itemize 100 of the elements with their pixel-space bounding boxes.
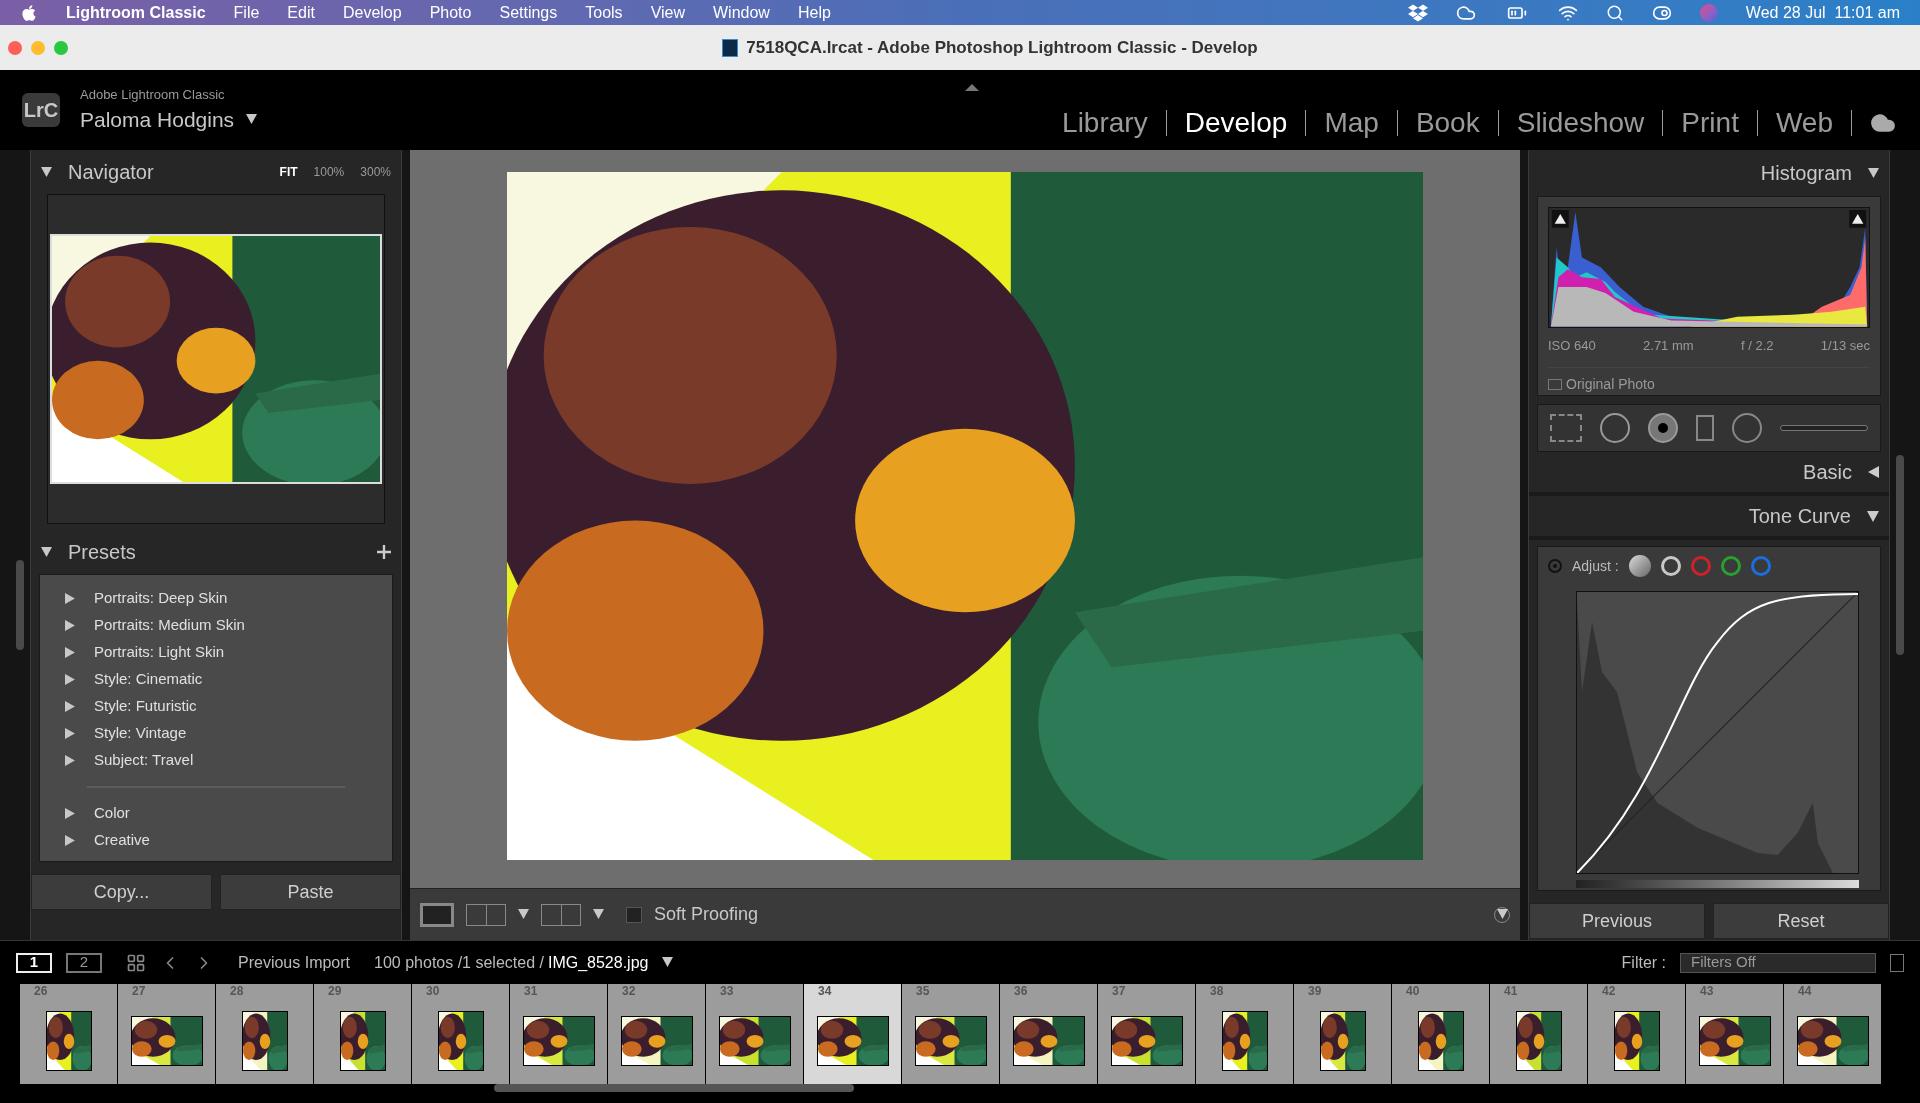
filmstrip-thumbnail[interactable]: 32 xyxy=(608,984,705,1084)
menu-item[interactable]: Settings xyxy=(499,0,558,25)
expand-icon[interactable] xyxy=(65,647,76,658)
original-photo-checkbox[interactable] xyxy=(1548,379,1562,390)
menu-item[interactable]: View xyxy=(650,0,685,25)
module-tab[interactable]: Map xyxy=(1306,102,1397,144)
panel-button[interactable]: Paste xyxy=(220,874,401,910)
app-menu[interactable]: Lightroom Classic xyxy=(66,0,206,25)
dropbox-icon[interactable] xyxy=(1407,2,1428,23)
spot-removal-icon[interactable] xyxy=(1600,413,1630,443)
collapse-icon[interactable] xyxy=(41,166,52,178)
panel-button[interactable]: Previous xyxy=(1529,903,1705,939)
filmstrip-thumbnail[interactable]: 34 xyxy=(804,984,901,1084)
expand-icon[interactable] xyxy=(65,620,76,631)
crop-tool-icon[interactable] xyxy=(1550,414,1582,442)
menu-item[interactable]: Edit xyxy=(287,0,315,25)
caret-icon[interactable] xyxy=(246,114,258,126)
preset-group[interactable]: Subject: Travel xyxy=(94,749,194,772)
panel-button[interactable]: Reset xyxy=(1713,903,1889,939)
add-icon[interactable] xyxy=(377,545,391,559)
preset-group[interactable]: Portraits: Deep Skin xyxy=(94,587,228,610)
module-tab[interactable]: Develop xyxy=(1166,102,1306,144)
photo-number: 35 xyxy=(915,984,931,998)
zoom-option[interactable]: 100% xyxy=(313,163,345,181)
source-label[interactable]: Previous Import xyxy=(238,950,351,975)
expand-icon[interactable] xyxy=(65,835,76,846)
collapse-icon[interactable] xyxy=(1868,167,1879,179)
soft-proofing-checkbox[interactable] xyxy=(626,906,642,923)
expand-icon[interactable] xyxy=(65,701,76,712)
channel-button[interactable] xyxy=(1720,556,1741,576)
collapse-icon[interactable] xyxy=(41,546,52,558)
menu-bar-clock[interactable]: Wed 28 Jul 11:01 am xyxy=(1745,0,1900,25)
filmstrip-thumbnail[interactable]: 36 xyxy=(1000,984,1097,1084)
preset-group[interactable]: Color xyxy=(94,802,130,825)
zoom-option[interactable]: FIT xyxy=(279,163,298,181)
graduated-filter-icon[interactable] xyxy=(1696,415,1714,441)
channel-button[interactable] xyxy=(1660,556,1681,576)
eye-tool-icon[interactable] xyxy=(1648,413,1678,443)
module-tab[interactable]: Library xyxy=(1044,102,1166,144)
module-tab[interactable]: Book xyxy=(1397,102,1498,144)
filmstrip-thumbnail[interactable]: 33 xyxy=(706,984,803,1084)
expand-icon[interactable] xyxy=(65,808,76,819)
close-button[interactable] xyxy=(8,40,22,55)
module-tab[interactable]: Slideshow xyxy=(1498,102,1663,144)
zoom-option[interactable]: 300% xyxy=(360,163,391,181)
panel-title[interactable]: Navigator xyxy=(68,157,154,187)
module-tab[interactable]: Web xyxy=(1757,102,1851,144)
filter-dropdown[interactable]: Filters Off xyxy=(1680,952,1876,973)
grid-icon[interactable] xyxy=(126,952,146,973)
panel-title[interactable]: Presets xyxy=(68,537,136,567)
menu-item[interactable]: Help xyxy=(797,0,831,25)
original-photo-label[interactable]: Original Photo xyxy=(1566,374,1655,395)
file-name[interactable]: IMG_8528.jpg xyxy=(547,950,649,975)
caret-icon[interactable] xyxy=(662,957,674,968)
radial-filter-icon[interactable] xyxy=(1732,413,1762,443)
caret-icon[interactable] xyxy=(518,909,529,920)
filter-lock-icon[interactable] xyxy=(1890,953,1904,972)
expand-icon[interactable] xyxy=(65,674,76,685)
filmstrip-thumbnail[interactable]: 39 xyxy=(1294,984,1391,1084)
filmstrip-thumbnail[interactable]: 30 xyxy=(412,984,509,1084)
expand-icon[interactable] xyxy=(65,593,76,604)
preset-group[interactable]: Portraits: Medium Skin xyxy=(94,614,245,637)
expand-icon[interactable] xyxy=(65,755,76,766)
caret-icon[interactable] xyxy=(593,909,604,920)
preset-group[interactable]: Style: Vintage xyxy=(94,722,187,745)
module-tab[interactable]: Print xyxy=(1663,102,1757,144)
before-after-icon[interactable] xyxy=(466,903,506,926)
panel-title[interactable]: Basic xyxy=(1803,457,1852,487)
filmstrip-thumbnail[interactable]: 29 xyxy=(314,984,411,1084)
menu-item[interactable]: Photo xyxy=(429,0,472,25)
loupe-view-icon[interactable] xyxy=(420,902,454,927)
panel-title[interactable]: Histogram xyxy=(1760,158,1852,188)
disclosure-icon[interactable] xyxy=(1868,466,1879,478)
filmstrip-scrollbar[interactable] xyxy=(494,1084,854,1092)
window-page-button[interactable]: 2 xyxy=(66,952,102,973)
menu-item[interactable]: Window xyxy=(713,0,770,25)
window-page-button[interactable]: 1 xyxy=(16,952,52,973)
preset-group[interactable]: Style: Futuristic xyxy=(94,695,197,718)
soft-proofing-label[interactable]: Soft Proofing xyxy=(654,901,759,928)
menu-item[interactable]: File xyxy=(233,0,260,25)
menu-item[interactable]: Tools xyxy=(585,0,623,25)
menu-item[interactable]: Develop xyxy=(342,0,402,25)
preset-group[interactable]: Creative xyxy=(94,829,150,852)
clipping-warning-icon[interactable] xyxy=(1551,210,1569,228)
panel-title[interactable]: Tone Curve xyxy=(1748,501,1851,531)
photo-number: 30 xyxy=(425,984,441,998)
before-after-icon[interactable] xyxy=(541,903,581,926)
panel-button[interactable]: Copy... xyxy=(31,874,212,910)
panel-toggle-icon[interactable] xyxy=(965,84,979,91)
user-name: Paloma Hodgins xyxy=(80,107,235,133)
panel-scrollbar[interactable] xyxy=(1896,455,1904,655)
panel-scrollbar[interactable] xyxy=(16,560,24,650)
preset-group[interactable]: Portraits: Light Skin xyxy=(94,641,225,664)
preset-group[interactable]: Style: Cinematic xyxy=(94,668,203,691)
parametric-curve-icon[interactable] xyxy=(1628,555,1651,577)
disclosure-icon[interactable] xyxy=(1867,510,1879,522)
search-icon[interactable] xyxy=(1605,3,1624,22)
clipping-warning-icon[interactable] xyxy=(1849,210,1867,228)
expand-icon[interactable] xyxy=(65,728,76,739)
apple-icon[interactable] xyxy=(20,3,38,22)
